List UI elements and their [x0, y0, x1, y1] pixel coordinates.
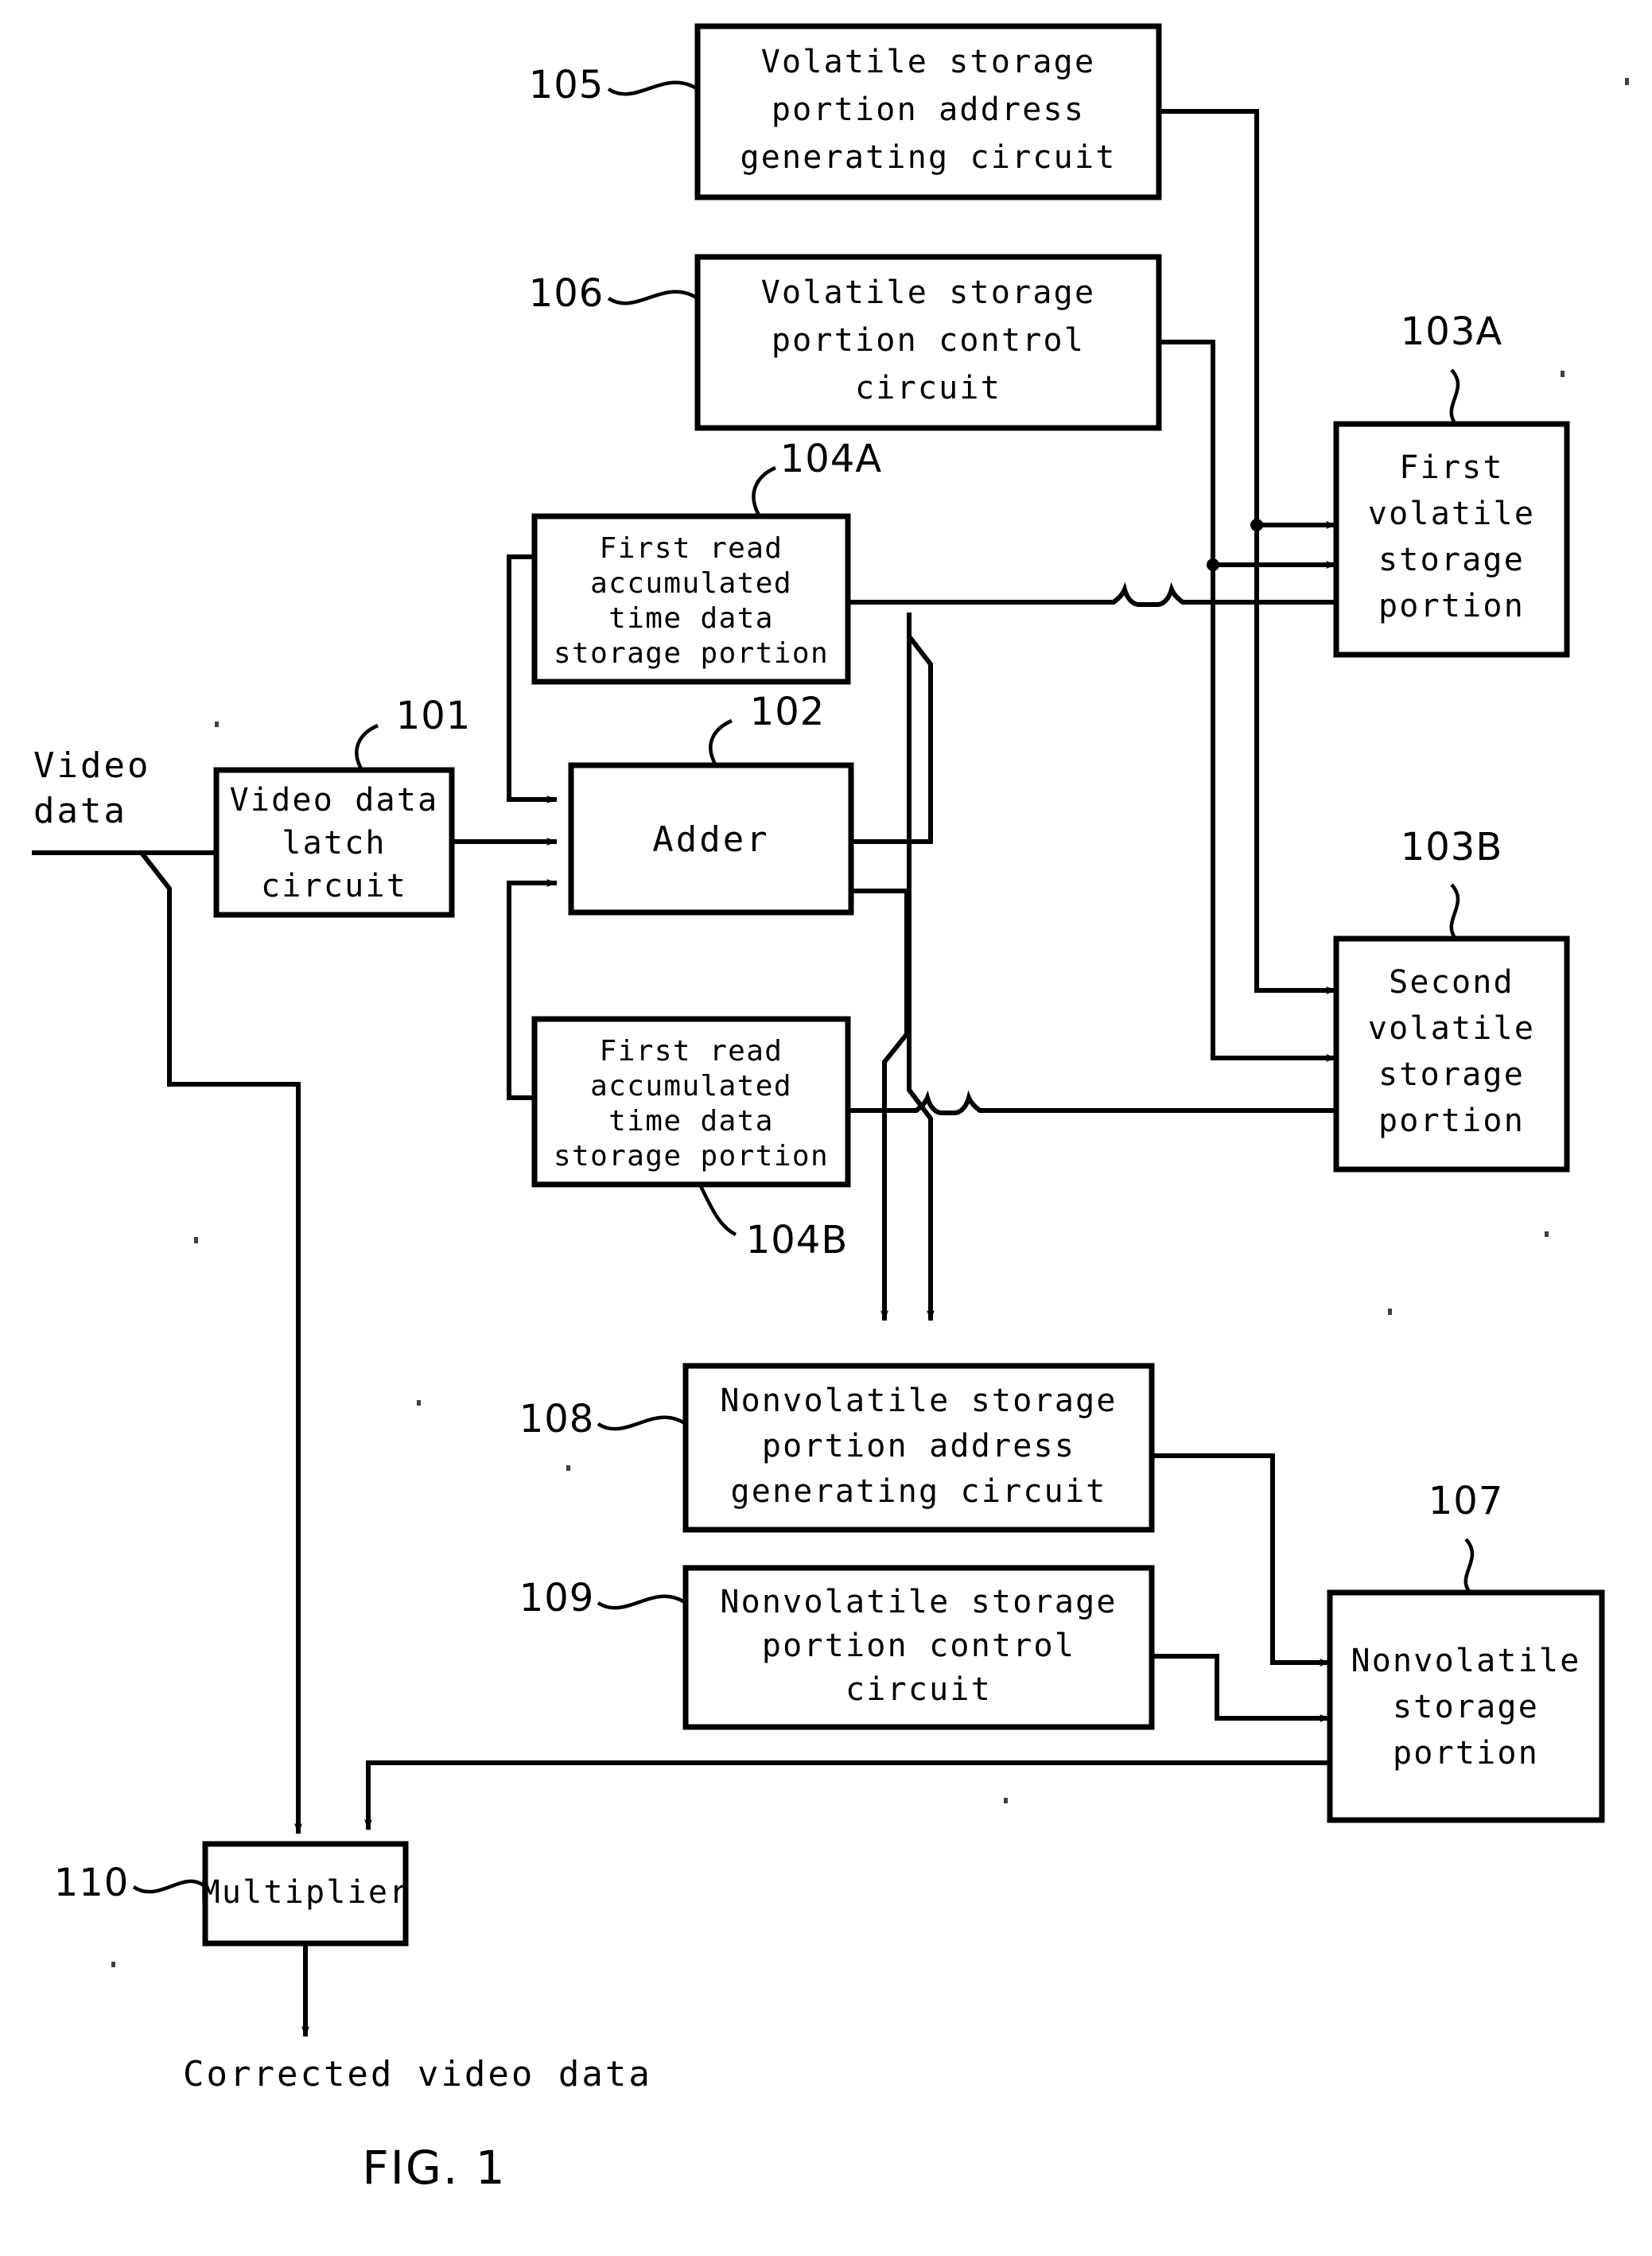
ref-107: 107: [1428, 1479, 1504, 1523]
block-104b-line-3: storage portion: [554, 1140, 829, 1173]
block-101-line-0: Video data: [230, 782, 439, 819]
block-104a-line-0: First read: [600, 532, 783, 565]
block-101-line-1: latch: [282, 825, 386, 862]
block-104b-line-0: First read: [600, 1035, 783, 1068]
label-video-data-line1: Video: [33, 745, 150, 786]
ref-108: 108: [519, 1397, 595, 1441]
labels-layer: Video data Corrected video data FIG. 1: [33, 745, 652, 2195]
label-corrected-video-data: Corrected video data: [183, 2054, 652, 2095]
block-104b-line-2: time data: [608, 1105, 774, 1138]
label-video-data-line2: data: [33, 791, 127, 831]
block-103a-line-3: portion: [1378, 588, 1525, 624]
block-108-line-0: Nonvolatile storage: [720, 1383, 1117, 1419]
leader-104b: [698, 1184, 737, 1237]
block-104a-line-1: accumulated: [590, 567, 792, 600]
ref-104a: 104A: [780, 437, 882, 481]
block-104a[interactable]: First read accumulated time data storage…: [531, 513, 851, 685]
patent-figure: Volatile storage portion address generat…: [0, 0, 1652, 2256]
block-106-line-0: Volatile storage: [761, 274, 1096, 311]
leader-101: [355, 723, 379, 772]
block-105-line-0: Volatile storage: [761, 44, 1096, 80]
block-105-line-1: portion address: [772, 91, 1085, 128]
block-107-line-1: storage: [1393, 1689, 1539, 1725]
block-103b-line-0: Second: [1389, 964, 1514, 1001]
leader-104a: [752, 465, 776, 518]
leader-106: [607, 290, 699, 305]
wire-107-to-multiplier: [364, 1760, 1330, 1830]
block-105[interactable]: Volatile storage portion address generat…: [694, 23, 1162, 200]
junction-106: [1207, 558, 1219, 571]
block-106[interactable]: Volatile storage portion control circuit: [694, 254, 1162, 431]
leader-108: [597, 1415, 687, 1431]
wire-106-trunk: [1159, 340, 1215, 565]
ref-103b: 103B: [1401, 825, 1503, 869]
ref-110: 110: [54, 1861, 130, 1905]
block-107[interactable]: Nonvolatile storage portion: [1327, 1589, 1605, 1823]
block-103a-line-0: First: [1399, 449, 1503, 486]
wire-106-trunk-down: [1211, 565, 1337, 1062]
block-102[interactable]: Adder: [568, 762, 854, 916]
ref-105: 105: [529, 63, 604, 107]
block-104b[interactable]: First read accumulated time data storage…: [531, 1016, 851, 1188]
block-109-line-0: Nonvolatile storage: [720, 1584, 1117, 1620]
block-106-line-2: circuit: [855, 370, 1001, 406]
block-104b-line-1: accumulated: [590, 1070, 792, 1103]
ref-101: 101: [396, 694, 472, 738]
block-103b[interactable]: Second volatile storage portion: [1333, 935, 1570, 1173]
ref-103a: 103A: [1401, 309, 1502, 354]
wire-105-trunk-down: [1254, 525, 1337, 994]
block-110-line-0: Multiplier: [201, 1874, 410, 1911]
wire-109-to-107: [1152, 1654, 1331, 1722]
ref-109: 109: [519, 1576, 595, 1620]
block-101-line-2: circuit: [261, 868, 407, 904]
wire-105-trunk: [1159, 109, 1259, 525]
leader-103a: [1449, 368, 1460, 426]
block-105-line-2: generating circuit: [740, 139, 1116, 176]
block-107-line-0: Nonvolatile: [1351, 1643, 1580, 1679]
junction-105: [1250, 519, 1263, 531]
block-103a[interactable]: First volatile storage portion: [1333, 421, 1570, 658]
wire-adder-out-lower: [851, 889, 909, 1130]
leader-105: [607, 80, 699, 96]
block-109[interactable]: Nonvolatile storage portion control circ…: [682, 1565, 1155, 1730]
block-104a-line-3: storage portion: [554, 637, 829, 670]
ref-106: 106: [529, 271, 604, 316]
wire-trunk-right-to-108: [907, 613, 935, 1321]
block-103a-line-1: volatile: [1368, 496, 1535, 532]
block-101[interactable]: Video data latch circuit: [213, 767, 455, 918]
block-108[interactable]: Nonvolatile storage portion address gene…: [682, 1363, 1155, 1533]
block-109-line-1: portion control: [762, 1628, 1075, 1664]
block-102-line-0: Adder: [652, 819, 769, 860]
block-106-line-1: portion control: [772, 322, 1085, 359]
ref-102: 102: [750, 690, 826, 734]
wire-108-to-107: [1152, 1453, 1331, 1667]
block-103b-line-1: volatile: [1368, 1010, 1535, 1047]
figure-canvas: Volatile storage portion address generat…: [32, 23, 1629, 2195]
block-108-line-2: generating circuit: [730, 1473, 1106, 1510]
block-104a-line-2: time data: [608, 602, 774, 635]
block-108-line-1: portion address: [762, 1428, 1075, 1464]
block-107-line-2: portion: [1393, 1735, 1539, 1772]
leader-107: [1463, 1538, 1475, 1594]
leader-109: [597, 1594, 687, 1610]
block-109-line-2: circuit: [845, 1671, 992, 1708]
block-103a-line-2: storage: [1378, 542, 1525, 578]
figure-caption: FIG. 1: [362, 2141, 506, 2195]
wire-adder-out-upper: [851, 613, 933, 844]
block-103b-line-3: portion: [1378, 1103, 1525, 1139]
leader-103b: [1449, 883, 1460, 940]
wire-104a-to-103a: [848, 582, 1336, 607]
wire-video-data-branch-to-multiplier: [139, 851, 301, 1830]
block-103b-line-2: storage: [1378, 1056, 1525, 1093]
leader-102: [709, 718, 733, 767]
leader-110: [132, 1879, 207, 1894]
ref-104b: 104B: [746, 1218, 849, 1262]
block-110[interactable]: Multiplier: [201, 1841, 410, 1947]
blocks-layer: Volatile storage portion address generat…: [54, 23, 1605, 1947]
